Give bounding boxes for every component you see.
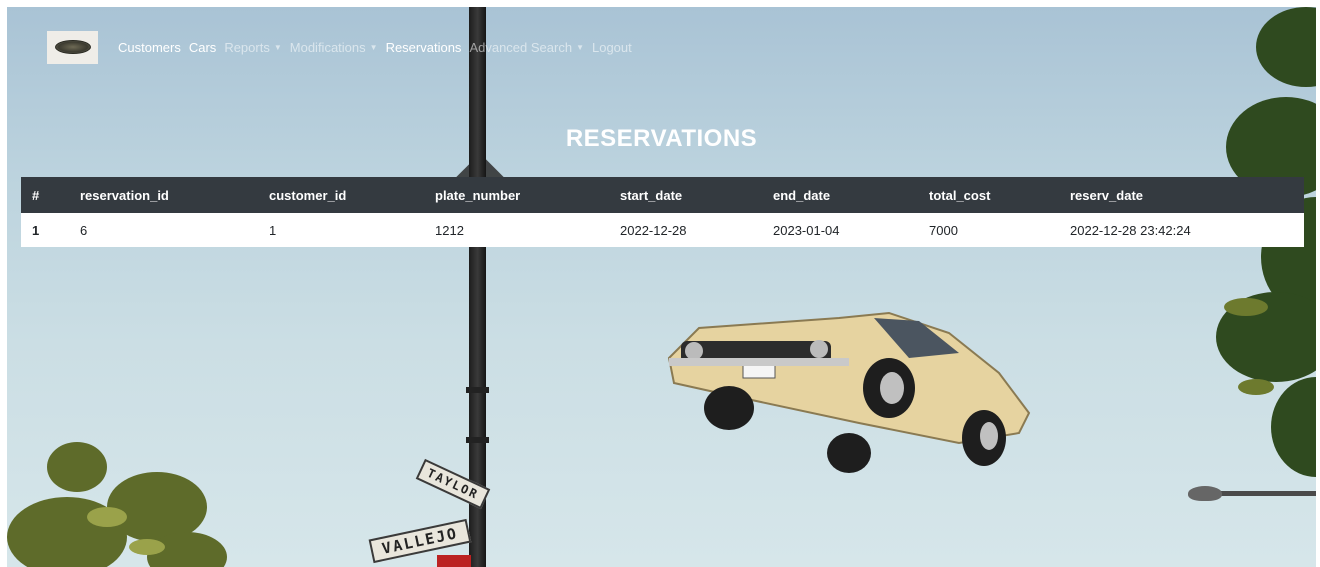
tree-right-illustration <box>1216 7 1316 477</box>
nav-advanced-search-label: Advanced Search <box>469 39 573 55</box>
streetlight-arm <box>1212 491 1316 496</box>
caret-down-icon: ▼ <box>273 42 282 52</box>
nav-modifications-label: Modifications <box>289 39 366 55</box>
nav-customers[interactable]: Customers <box>118 40 181 55</box>
top-navbar: Customers Cars Reports ▼ Modifications ▼ R… <box>47 27 640 67</box>
red-sign <box>437 555 471 567</box>
column-header-reservation-id: reservation_id <box>80 187 169 203</box>
tree-left-illustration <box>7 442 227 567</box>
background-scene: TAYLOR VALLEJO Customers Cars Reports ▼ … <box>7 7 1316 567</box>
cell-total-cost: 7000 <box>929 222 958 238</box>
nav-logout[interactable]: Logout <box>592 40 632 55</box>
column-header-reserv-date: reserv_date <box>1070 187 1143 203</box>
cell-customer-id: 1 <box>269 222 277 238</box>
cell-start-date: 2022-12-28 <box>620 222 687 238</box>
nav-reports-label: Reports <box>224 39 270 55</box>
cell-reservation-id: 6 <box>80 222 88 238</box>
nav-modifications-dropdown[interactable]: Modifications ▼ <box>290 40 378 55</box>
brand-logo[interactable] <box>47 30 98 64</box>
pole-band <box>466 437 489 443</box>
table-row: 1 6 1 1212 2022-12-28 2023-01-04 7000 20… <box>21 213 1304 247</box>
nav-advanced-search-dropdown[interactable]: Advanced Search ▼ <box>469 40 584 55</box>
caret-down-icon: ▼ <box>369 42 378 52</box>
nav-reports-dropdown[interactable]: Reports ▼ <box>224 40 281 55</box>
column-header-start-date: start_date <box>620 187 683 203</box>
column-header-plate-number: plate_number <box>435 187 521 203</box>
column-header-index: # <box>32 187 40 203</box>
car-logo-icon <box>54 40 91 54</box>
cell-reserv-date: 2022-12-28 23:42:24 <box>1070 222 1191 238</box>
caret-down-icon: ▼ <box>576 42 584 52</box>
page-title: RESERVATIONS <box>565 125 758 152</box>
streetlight-head <box>1188 486 1222 501</box>
cell-index: 1 <box>32 222 40 238</box>
reservations-table: # reservation_id customer_id plate_numbe… <box>21 177 1304 247</box>
cell-end-date: 2023-01-04 <box>773 222 840 238</box>
table-header-row: # reservation_id customer_id plate_numbe… <box>21 177 1304 213</box>
nav-reservations[interactable]: Reservations <box>386 40 462 55</box>
pole-band <box>466 387 489 393</box>
flying-car-illustration <box>667 311 1031 473</box>
column-header-customer-id: customer_id <box>269 187 347 203</box>
cell-plate-number: 1212 <box>435 222 464 238</box>
column-header-end-date: end_date <box>773 187 831 203</box>
column-header-total-cost: total_cost <box>929 187 991 203</box>
nav-cars[interactable]: Cars <box>189 40 216 55</box>
